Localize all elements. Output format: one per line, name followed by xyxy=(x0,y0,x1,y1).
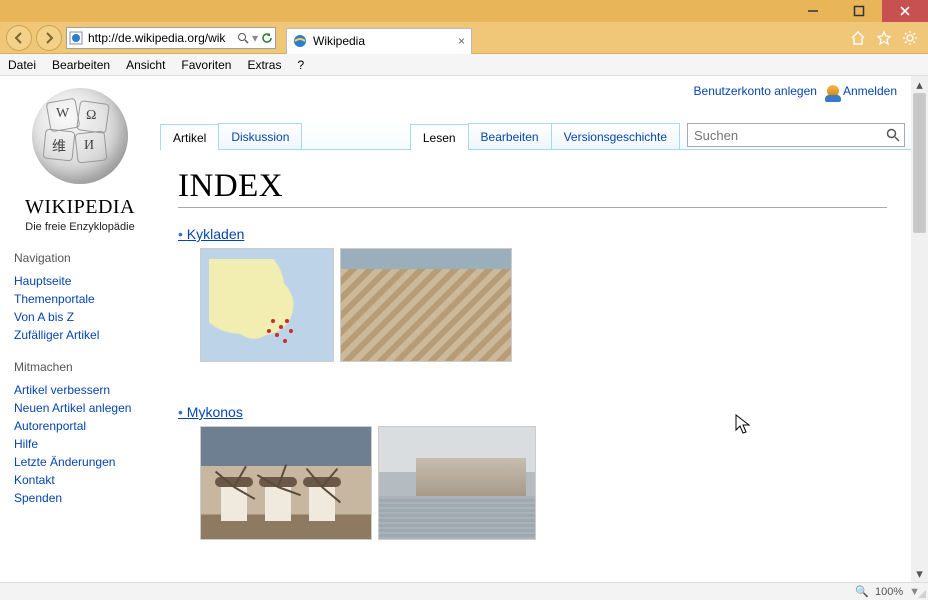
home-icon[interactable] xyxy=(850,30,866,46)
index-entry-kykladen: Kykladen xyxy=(178,226,887,362)
tab-discussion[interactable]: Diskussion xyxy=(218,123,302,149)
contrib-item[interactable]: Spenden xyxy=(14,491,62,505)
back-button[interactable] xyxy=(6,25,32,51)
address-bar: ▾ Wikipedia × xyxy=(0,22,928,54)
create-account-link[interactable]: Benutzerkonto anlegen xyxy=(694,84,817,98)
contrib-item[interactable]: Kontakt xyxy=(14,473,55,487)
window-titlebar xyxy=(0,0,928,22)
url-input[interactable] xyxy=(86,30,234,46)
sidebar: W Ω 维 И WIKIPEDIA Die freie Enzyklopädie… xyxy=(0,76,160,508)
browser-tabstrip: Wikipedia × xyxy=(286,22,472,54)
scroll-down-icon[interactable]: ▾ xyxy=(911,565,928,582)
browser-tab[interactable]: Wikipedia × xyxy=(286,28,472,54)
arrow-right-icon xyxy=(42,31,56,45)
gear-icon[interactable] xyxy=(902,30,918,46)
search-button[interactable] xyxy=(882,128,904,142)
toolbar-right xyxy=(850,30,922,46)
thumbnail-waterfront[interactable] xyxy=(378,426,536,540)
refresh-icon[interactable] xyxy=(261,32,273,44)
minimize-button[interactable] xyxy=(790,0,836,22)
entry-link[interactable]: Kykladen xyxy=(178,226,244,242)
page: Benutzerkonto anlegen Anmelden W Ω 维 И W… xyxy=(0,76,911,582)
person-icon xyxy=(827,85,839,97)
forward-button[interactable] xyxy=(36,25,62,51)
tab-close-icon[interactable]: × xyxy=(458,34,465,48)
menu-item[interactable]: Extras xyxy=(247,58,281,72)
menu-item[interactable]: Datei xyxy=(8,58,36,72)
scroll-up-icon[interactable]: ▴ xyxy=(911,76,928,93)
scroll-thumb[interactable] xyxy=(913,93,926,233)
ie-page-icon xyxy=(69,31,83,45)
contrib-heading: Mitmachen xyxy=(14,360,150,374)
nav-section: Navigation Hauptseite Themenportale Von … xyxy=(0,251,160,342)
nav-item[interactable]: Hauptseite xyxy=(14,274,71,288)
close-button[interactable] xyxy=(882,0,928,22)
maximize-button[interactable] xyxy=(836,0,882,22)
close-icon xyxy=(899,5,911,17)
menu-item[interactable]: Bearbeiten xyxy=(52,58,110,72)
zoom-icon[interactable]: 🔍 xyxy=(855,585,869,598)
contrib-item[interactable]: Neuen Artikel anlegen xyxy=(14,401,131,415)
contrib-item[interactable]: Artikel verbessern xyxy=(14,383,110,397)
logo-tagline: Die freie Enzyklopädie xyxy=(0,221,160,233)
favorites-icon[interactable] xyxy=(876,30,892,46)
status-bar: 🔍 100% ▼ xyxy=(0,582,928,600)
logo-wordmark: WIKIPEDIA xyxy=(0,196,160,219)
thumbnail-map[interactable] xyxy=(200,248,334,362)
search-icon[interactable] xyxy=(237,32,249,44)
contrib-section: Mitmachen Artikel verbessern Neuen Artik… xyxy=(0,360,160,505)
magnifier-icon xyxy=(886,128,900,142)
resize-grip-icon[interactable] xyxy=(914,586,926,598)
search-input[interactable] xyxy=(688,128,882,143)
thumbnail-city[interactable] xyxy=(340,248,512,362)
contrib-item[interactable]: Hilfe xyxy=(14,437,38,451)
index-entry-mykonos: Mykonos xyxy=(178,404,887,540)
page-viewport: Benutzerkonto anlegen Anmelden W Ω 维 И W… xyxy=(0,76,928,582)
menubar: Datei Bearbeiten Ansicht Favoriten Extra… xyxy=(0,54,928,76)
contrib-item[interactable]: Autorenportal xyxy=(14,419,86,433)
main-column: Artikel Diskussion Lesen Bearbeiten Vers… xyxy=(160,120,911,540)
nav-item[interactable]: Themenportale xyxy=(14,292,95,306)
wikipedia-logo[interactable]: W Ω 维 И xyxy=(20,86,140,194)
vertical-scrollbar[interactable]: ▴ ▾ xyxy=(911,76,928,582)
tab-edit[interactable]: Bearbeiten xyxy=(468,123,552,149)
article: INDEX Kykladen xyxy=(160,150,911,540)
menu-item[interactable]: ? xyxy=(297,58,304,72)
tab-title: Wikipedia xyxy=(313,34,365,48)
nav-item[interactable]: Von A bis Z xyxy=(14,310,74,324)
zoom-level[interactable]: 100% xyxy=(875,586,903,598)
maximize-icon xyxy=(853,5,865,17)
thumbnail-windmills[interactable] xyxy=(200,426,372,540)
login-label: Anmelden xyxy=(843,84,897,98)
contrib-item[interactable]: Letzte Änderungen xyxy=(14,455,115,469)
menu-item[interactable]: Ansicht xyxy=(126,58,165,72)
search-box[interactable] xyxy=(687,123,905,147)
arrow-left-icon xyxy=(12,31,26,45)
page-title: INDEX xyxy=(178,168,887,208)
menu-item[interactable]: Favoriten xyxy=(181,58,231,72)
login-link[interactable]: Anmelden xyxy=(827,84,897,98)
nav-item[interactable]: Zufälliger Artikel xyxy=(14,328,99,342)
minimize-icon xyxy=(807,5,819,17)
tab-article[interactable]: Artikel xyxy=(160,124,219,150)
ie-logo-icon xyxy=(293,34,307,48)
nav-heading: Navigation xyxy=(14,251,150,265)
page-tabs: Artikel Diskussion Lesen Bearbeiten Vers… xyxy=(160,120,911,150)
url-box[interactable]: ▾ xyxy=(66,27,276,49)
tab-read[interactable]: Lesen xyxy=(410,124,469,150)
entry-link[interactable]: Mykonos xyxy=(178,404,243,420)
tab-history[interactable]: Versionsgeschichte xyxy=(551,123,680,149)
